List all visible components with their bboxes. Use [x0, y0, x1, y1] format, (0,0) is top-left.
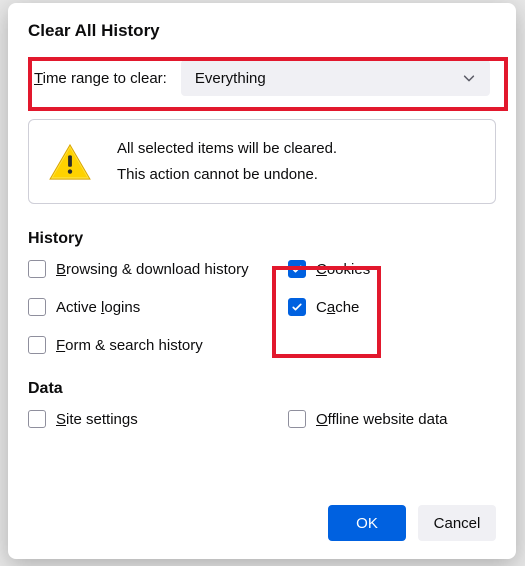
checkbox-box	[28, 260, 46, 278]
time-range-value: Everything	[195, 70, 266, 87]
checkbox-box	[288, 298, 306, 316]
checkbox-label: Active logins	[56, 299, 140, 316]
warning-icon	[47, 142, 93, 182]
checkbox-box	[288, 410, 306, 428]
warning-text: All selected items will be cleared. This…	[117, 136, 337, 187]
checkbox-label: Cookies	[316, 261, 370, 278]
checkbox-active-logins[interactable]: Active logins	[28, 298, 288, 316]
checkbox-browsing-history[interactable]: Browsing & download history	[28, 260, 288, 278]
checkbox-label: Site settings	[56, 411, 138, 428]
ok-button[interactable]: OK	[328, 505, 406, 541]
data-section-title: Data	[28, 380, 496, 398]
checkbox-cache[interactable]: Cache	[288, 298, 496, 316]
checkbox-box	[28, 298, 46, 316]
time-range-row: Time range to clear: Everything	[34, 57, 490, 99]
checkbox-site-settings[interactable]: Site settings	[28, 410, 288, 428]
checkbox-box	[28, 336, 46, 354]
data-grid: Site settings Offline website data	[28, 410, 496, 428]
history-grid: Browsing & download history Cookies Acti…	[28, 260, 496, 354]
checkbox-label: Browsing & download history	[56, 261, 249, 278]
checkbox-label: Cache	[316, 299, 359, 316]
clear-history-dialog: Clear All History Time range to clear: E…	[8, 3, 516, 559]
checkbox-offline-website-data[interactable]: Offline website data	[288, 410, 496, 428]
dialog-buttons: OK Cancel	[328, 505, 496, 541]
checkbox-box	[288, 260, 306, 278]
checkbox-box	[28, 410, 46, 428]
checkbox-form-search-history[interactable]: Form & search history	[28, 336, 288, 354]
dialog-title: Clear All History	[28, 21, 496, 41]
cancel-button[interactable]: Cancel	[418, 505, 496, 541]
time-range-select[interactable]: Everything	[181, 60, 490, 96]
checkbox-label: Offline website data	[316, 411, 447, 428]
warning-panel: All selected items will be cleared. This…	[28, 119, 496, 204]
checkbox-label: Form & search history	[56, 337, 203, 354]
time-range-label: Time range to clear:	[34, 70, 167, 87]
history-section-title: History	[28, 230, 496, 248]
chevron-down-icon	[462, 71, 476, 85]
checkbox-cookies[interactable]: Cookies	[288, 260, 496, 278]
